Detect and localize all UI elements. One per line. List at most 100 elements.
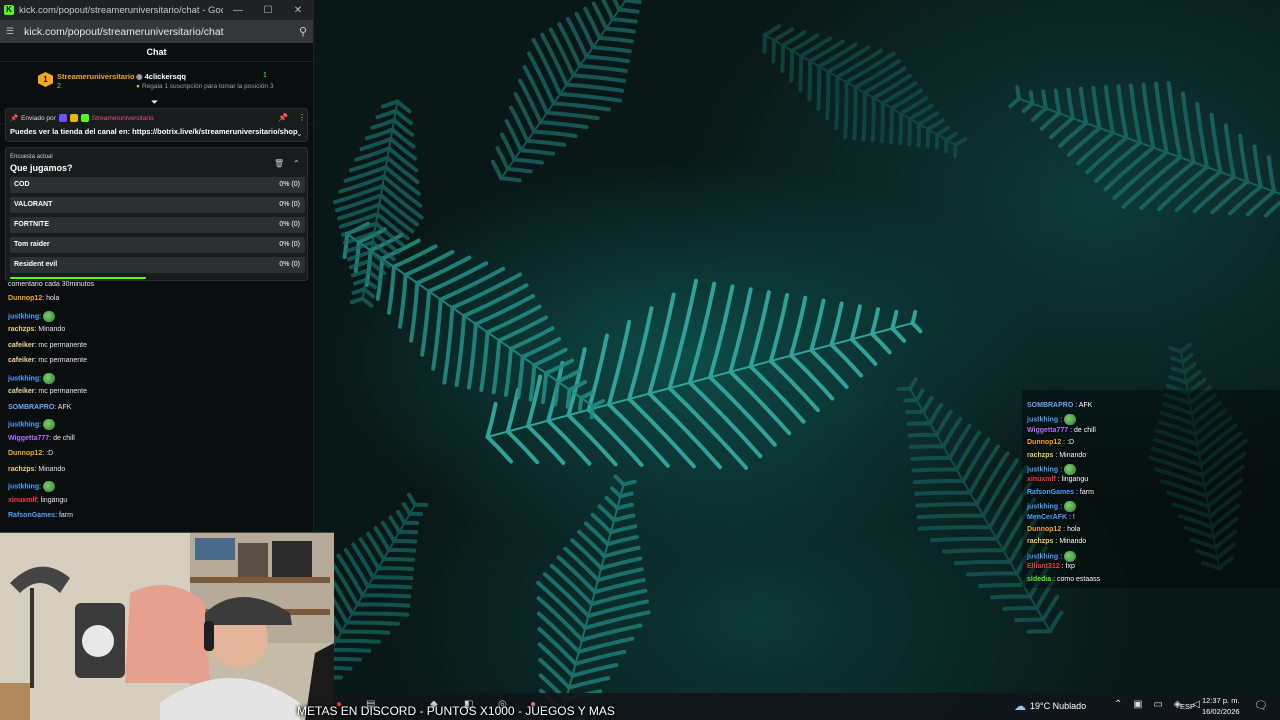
chat-message: RafsonGames : farm <box>1027 489 1094 496</box>
pepe-emote-icon <box>43 372 56 384</box>
chat-username[interactable]: justkhing <box>8 483 39 490</box>
gift-hint-text: ● Regala 1 suscripción para tomar la posi… <box>136 83 273 90</box>
chat-message: Wiggetta777: de chill <box>8 435 75 442</box>
weather-widget[interactable]: ☁ 19°C Nublado <box>1014 699 1086 713</box>
chat-username[interactable]: justkhing <box>1027 466 1058 473</box>
chat-message: rachzps : Minando <box>1027 452 1086 459</box>
poll-option-0[interactable]: COD 0% (0) <box>10 177 305 193</box>
browser-popout-window: K kick.com/popout/streameruniversitario/… <box>0 0 314 532</box>
chat-message: justkhing : <box>1027 501 1076 513</box>
pinned-sender-name[interactable]: Streameruniversitario <box>92 115 154 122</box>
chat-username[interactable]: cafeiker <box>8 357 34 364</box>
chat-text: comentario cada 30minutos <box>8 281 94 288</box>
chat-message: Dunnop12: hola <box>8 295 59 302</box>
search-icon[interactable]: ⚲ <box>299 25 307 38</box>
chat-username[interactable]: Dunnop12 <box>1027 526 1061 533</box>
chat-message: justkhing: <box>8 481 56 492</box>
gift-hint-label: Regala 1 suscripción para tomar la posic… <box>141 83 274 90</box>
chat-username[interactable]: Wiggetta777 <box>8 435 49 442</box>
pin-icon[interactable]: 📌 <box>278 113 288 122</box>
chat-username[interactable]: Dunnop12 <box>1027 439 1061 446</box>
pepe-emote-icon <box>1063 464 1076 475</box>
chat-username[interactable]: cafeiker <box>8 388 34 395</box>
gift-avatar-icon: ◉ <box>136 72 145 81</box>
clock[interactable]: 12:37 p. m. 16/02/2026 <box>1202 695 1240 717</box>
chat-username[interactable]: justkhing <box>1027 417 1058 424</box>
url-text[interactable]: kick.com/popout/streameruniversitario/ch… <box>24 26 299 38</box>
top-gifter-name[interactable]: Streameruniversitario <box>57 72 135 81</box>
chat-username[interactable]: rachzps <box>1027 538 1053 545</box>
webcam-image <box>0 533 334 720</box>
chat-username[interactable]: Wiggetta777 <box>1027 427 1068 434</box>
chat-message-list: comentario cada 30minutos Dunnop12: hola j… <box>0 281 313 532</box>
chat-username[interactable]: MenCerAFK <box>1027 514 1067 521</box>
webcam-feed <box>0 532 334 720</box>
chat-username[interactable]: xinuxmlf <box>8 497 37 504</box>
clock-date: 16/02/2026 <box>1202 707 1240 716</box>
chat-header-title: Chat <box>0 43 313 62</box>
chat-username[interactable]: rachzps <box>8 466 34 473</box>
poll-option-4[interactable]: Resident evil 0% (0) <box>10 257 305 273</box>
chat-username[interactable]: justkhing <box>8 375 39 382</box>
address-bar[interactable]: ☰ kick.com/popout/streameruniversitario/… <box>0 20 313 43</box>
chat-message: MenCerAFK : ! <box>1027 514 1075 521</box>
chat-message: justkhing : <box>1027 464 1076 475</box>
chat-username[interactable]: xinuxmlf <box>1027 476 1056 483</box>
pinned-message: 📌 Enviado por Streameruniversitario Pued… <box>5 108 308 142</box>
rank-badge-icon: 1 <box>38 72 53 87</box>
chat-username[interactable]: Elliant312 <box>1027 563 1060 570</box>
chat-username[interactable]: SOMBRAPRO <box>1027 402 1073 409</box>
top-gifter-count: 2 <box>57 83 61 90</box>
maximize-button[interactable]: ☐ <box>253 5 283 16</box>
poll-option-result: 0% (0) <box>279 221 300 228</box>
chat-username[interactable]: Dunnop12 <box>8 450 42 457</box>
chat-message: justkhing : <box>1027 414 1076 426</box>
chat-text: :D <box>1067 439 1075 447</box>
chat-message: justkhing: <box>8 372 56 384</box>
chat-message: rachzps: Minando <box>8 326 65 333</box>
stream-ticker-text: METAS EN DISCORD - PUNTOS X1000 - JUEGOS… <box>297 704 615 718</box>
chevron-down-icon[interactable]: ⌄ <box>296 129 303 138</box>
chat-username[interactable]: justkhing <box>1027 553 1058 560</box>
notification-icon[interactable]: 🗨 <box>1254 699 1268 712</box>
chat-text: lingangu <box>40 496 68 504</box>
close-button[interactable]: ✕ <box>283 5 313 16</box>
chat-username[interactable]: rachzps <box>1027 452 1053 459</box>
chat-text: Minando <box>1059 538 1087 546</box>
chat-message: Dunnop12: :D <box>8 450 53 457</box>
chat-username[interactable]: cafeiker <box>8 342 34 349</box>
verified-badge-icon <box>80 114 89 122</box>
site-settings-icon[interactable]: ☰ <box>6 26 18 37</box>
chat-message: cafeiker: mc permanente <box>8 357 87 364</box>
chat-username[interactable]: Dunnop12 <box>8 295 42 302</box>
chat-username[interactable]: sldedia <box>1027 576 1051 583</box>
minimize-button[interactable]: — <box>223 5 253 16</box>
chat-message: SOMBRAPRO : AFK <box>1027 402 1092 409</box>
delete-poll-icon[interactable]: 🗑 <box>274 159 284 168</box>
chat-message: Dunnop12 : :D <box>1027 439 1074 446</box>
more-options-icon[interactable]: ⋮ <box>298 113 306 122</box>
cloud-icon: ☁ <box>1014 699 1026 713</box>
chat-text: AFK <box>1078 402 1093 409</box>
chat-username[interactable]: RafsonGames <box>8 512 55 519</box>
chat-username[interactable]: rachzps <box>8 326 34 333</box>
pinned-message-text[interactable]: Puedes ver la tienda del canal en: https… <box>10 127 298 136</box>
chat-text: mc permanente <box>38 388 87 395</box>
language-indicator[interactable]: ESP <box>1180 702 1195 711</box>
poll-option-3[interactable]: Tom raider 0% (0) <box>10 237 305 253</box>
chat-message: justkhing : <box>1027 550 1076 562</box>
chat-username[interactable]: justkhing <box>8 421 39 428</box>
chat-text: hola <box>1067 526 1081 533</box>
chat-message: rachzps : Minando <box>1027 538 1086 545</box>
poll-option-result: 0% (0) <box>279 181 300 188</box>
poll-option-1[interactable]: VALORANT 0% (0) <box>10 197 305 213</box>
poll-option-label: VALORANT <box>14 201 53 208</box>
chevron-up-icon[interactable]: ⌃ <box>293 159 300 168</box>
gift-user-name[interactable]: ◉ 4clickersqq <box>136 72 186 81</box>
expand-leaderboard-icon[interactable]: ⏷ <box>151 97 158 108</box>
chat-username[interactable]: RafsonGames <box>1027 489 1074 496</box>
chat-username[interactable]: SOMBRAPRO <box>8 404 54 411</box>
chat-username[interactable]: justkhing <box>8 313 39 320</box>
poll-option-2[interactable]: FORTNITE 0% (0) <box>10 217 305 233</box>
chat-username[interactable]: justkhing <box>1027 504 1058 511</box>
